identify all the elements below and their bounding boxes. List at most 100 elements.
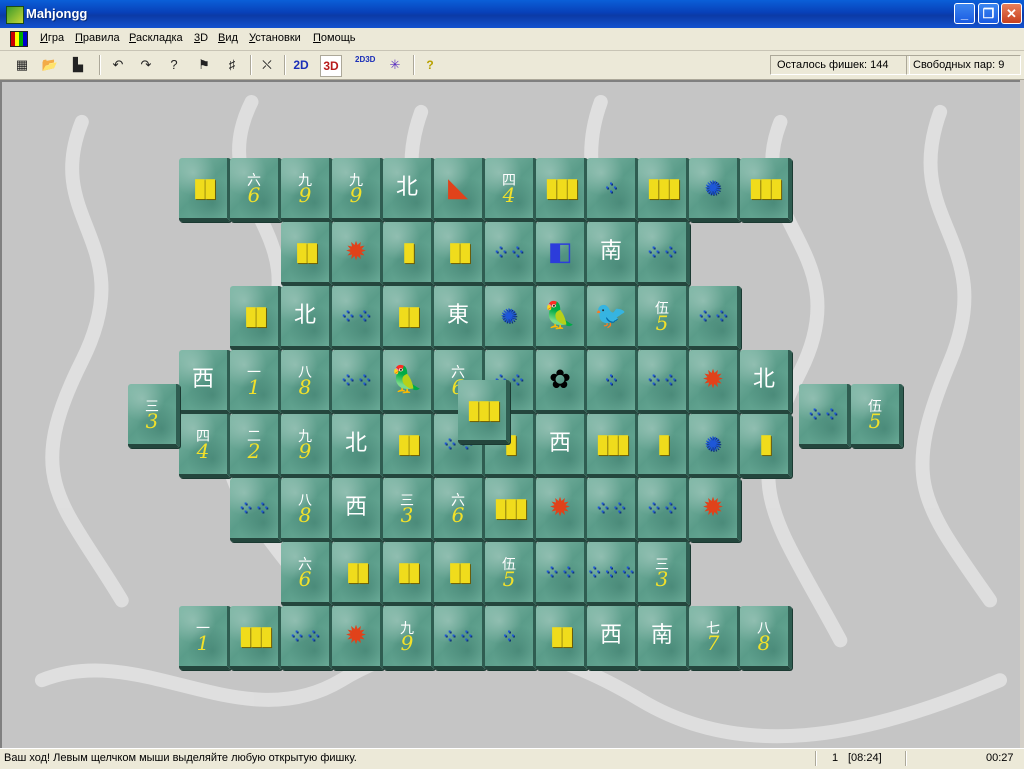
mahjong-tile[interactable]: 🐦 bbox=[587, 286, 639, 350]
mahjong-tile[interactable]: ✺ bbox=[485, 286, 537, 350]
mahjong-tile[interactable]: 四4 bbox=[485, 158, 537, 222]
mahjong-tile[interactable]: 伍5 bbox=[638, 286, 690, 350]
mahjong-tile[interactable]: ▮▮ bbox=[230, 286, 282, 350]
toggle-2d3d-icon[interactable]: 2D3D bbox=[355, 55, 375, 75]
mahjong-tile[interactable]: ✺ bbox=[689, 414, 741, 478]
redo-icon[interactable]: ↷ bbox=[136, 55, 156, 75]
mahjong-tile[interactable]: ⁘⁘ bbox=[638, 350, 690, 414]
sparkle-icon[interactable]: ✳ bbox=[385, 55, 405, 75]
mahjong-tile[interactable]: ▮ bbox=[383, 222, 435, 286]
menu-layout[interactable]: Раскладка bbox=[129, 32, 183, 44]
mahjong-tile[interactable]: ⁘⁘ bbox=[638, 478, 690, 542]
mahjong-tile[interactable]: ⁘⁘ bbox=[485, 222, 537, 286]
hint-icon[interactable]: ? bbox=[164, 55, 184, 75]
mahjong-tile[interactable]: 西 bbox=[332, 478, 384, 542]
mahjong-tile[interactable]: ▮▮▮ bbox=[458, 380, 510, 444]
menu-app-icon[interactable] bbox=[10, 31, 28, 47]
mahjong-tile[interactable]: 四4 bbox=[179, 414, 231, 478]
mahjong-tile[interactable]: 北 bbox=[383, 158, 435, 222]
mahjong-tile[interactable]: ✿ bbox=[536, 350, 588, 414]
mahjong-tile[interactable]: ▮▮ bbox=[179, 158, 231, 222]
mahjong-tile[interactable]: ⁘⁘⁘ bbox=[586, 542, 639, 606]
mahjong-tile[interactable]: ▮▮ bbox=[281, 222, 333, 286]
mahjong-tile[interactable]: 八8 bbox=[281, 478, 333, 542]
mahjong-tile[interactable]: ▮▮▮ bbox=[536, 158, 588, 222]
mahjong-tile[interactable]: ✹ bbox=[689, 478, 741, 542]
mahjong-tile[interactable]: ⁘⁘ bbox=[434, 606, 486, 670]
menu-view[interactable]: Вид bbox=[218, 32, 238, 44]
mahjong-tile[interactable]: 八8 bbox=[281, 350, 333, 414]
menu-settings[interactable]: Установки bbox=[249, 32, 301, 44]
mahjong-tile[interactable]: 一1 bbox=[179, 606, 231, 670]
mahjong-tile[interactable]: 伍5 bbox=[851, 384, 903, 448]
mahjong-tile[interactable]: ▮▮ bbox=[434, 222, 486, 286]
mahjong-tile[interactable]: ⁘⁘ bbox=[281, 606, 333, 670]
open-game-icon[interactable]: 📂 bbox=[40, 55, 60, 75]
maximize-button[interactable]: ❐ bbox=[978, 3, 999, 24]
mahjong-tile[interactable]: ▮▮▮ bbox=[587, 414, 639, 478]
mahjong-tile[interactable]: ⁘ bbox=[587, 158, 639, 222]
mahjong-tile[interactable]: 九9 bbox=[281, 158, 333, 222]
mahjong-tile[interactable]: ▮▮▮ bbox=[230, 606, 282, 670]
mahjong-tile[interactable]: 一1 bbox=[230, 350, 282, 414]
mahjong-tile[interactable]: ⁘⁘ bbox=[536, 542, 588, 606]
mahjong-tile[interactable]: ⁘⁘ bbox=[332, 286, 384, 350]
mahjong-tile[interactable]: 伍5 bbox=[485, 542, 537, 606]
mahjong-tile[interactable]: ◣ bbox=[434, 158, 486, 222]
menu-help[interactable]: Помощь bbox=[313, 32, 356, 44]
auto-play-icon[interactable]: ⚑ bbox=[194, 55, 214, 75]
mahjong-tile[interactable]: ⁘⁘ bbox=[799, 384, 851, 448]
mahjong-tile[interactable]: 北 bbox=[740, 350, 792, 414]
minimize-button[interactable]: _ bbox=[954, 3, 975, 24]
mahjong-tile[interactable]: ⁘ bbox=[485, 606, 537, 670]
mahjong-tile[interactable]: ▮▮▮ bbox=[485, 478, 537, 542]
mahjong-tile[interactable]: ⁘⁘ bbox=[689, 286, 741, 350]
mahjong-tile[interactable]: 三3 bbox=[128, 384, 180, 448]
mahjong-tile[interactable]: ▮▮ bbox=[383, 414, 435, 478]
help-icon[interactable]: ? bbox=[420, 55, 440, 75]
mahjong-tile[interactable]: 九9 bbox=[332, 158, 384, 222]
mahjong-tile[interactable]: ▮ bbox=[638, 414, 690, 478]
mahjong-tile[interactable]: 西 bbox=[536, 414, 588, 478]
mahjong-tile[interactable]: ◧ bbox=[536, 222, 588, 286]
mahjong-tile[interactable]: ▮▮▮ bbox=[740, 158, 792, 222]
mahjong-tile[interactable]: ✹ bbox=[332, 222, 384, 286]
menu-3d[interactable]: 3D bbox=[194, 32, 208, 44]
mahjong-tile[interactable]: 南 bbox=[587, 222, 639, 286]
mahjong-tile[interactable]: 東 bbox=[434, 286, 486, 350]
mahjong-tile[interactable]: 九9 bbox=[383, 606, 435, 670]
mahjong-tile[interactable]: ▮▮ bbox=[434, 542, 486, 606]
mahjong-tile[interactable]: ▮ bbox=[740, 414, 792, 478]
mahjong-tile[interactable]: 六6 bbox=[434, 478, 486, 542]
mahjong-tile[interactable]: ▮▮ bbox=[383, 286, 435, 350]
close-button[interactable]: ✕ bbox=[1001, 3, 1022, 24]
scores-icon[interactable]: ▙ bbox=[68, 55, 88, 75]
mahjong-tile[interactable]: ✹ bbox=[332, 606, 384, 670]
mahjong-tile[interactable]: ⁘⁘ bbox=[638, 222, 690, 286]
mahjong-tile[interactable]: 三3 bbox=[383, 478, 435, 542]
mahjong-tile[interactable]: ✹ bbox=[536, 478, 588, 542]
mahjong-tile[interactable]: ⁘ bbox=[587, 350, 639, 414]
menu-game[interactable]: Игра bbox=[40, 32, 64, 44]
mahjong-tile[interactable]: ✹ bbox=[689, 350, 741, 414]
undo-icon[interactable]: ↶ bbox=[108, 55, 128, 75]
mahjong-tile[interactable]: 🦜 bbox=[383, 350, 435, 414]
mahjong-tile[interactable]: ⁘⁘ bbox=[332, 350, 384, 414]
mahjong-tile[interactable]: 西 bbox=[179, 350, 231, 414]
mahjong-tile[interactable]: 北 bbox=[332, 414, 384, 478]
mahjong-tile[interactable]: ▮▮ bbox=[383, 542, 435, 606]
view-3d-button[interactable]: 3D bbox=[320, 55, 342, 77]
mahjong-tile[interactable]: 八8 bbox=[740, 606, 792, 670]
mahjong-tile[interactable]: 西 bbox=[587, 606, 639, 670]
mahjong-tile[interactable]: ▮▮▮ bbox=[638, 158, 690, 222]
exit-icon[interactable]: ⛌ bbox=[257, 55, 277, 75]
mahjong-tile[interactable]: 二2 bbox=[230, 414, 282, 478]
mahjong-tile[interactable]: ✺ bbox=[689, 158, 741, 222]
mahjong-tile[interactable]: 六6 bbox=[281, 542, 333, 606]
mahjong-tile[interactable]: 🦜 bbox=[536, 286, 588, 350]
mahjong-tile[interactable]: ▮▮ bbox=[332, 542, 384, 606]
mahjong-tile[interactable]: ⁘⁘ bbox=[230, 478, 282, 542]
mahjong-tile[interactable]: 七7 bbox=[689, 606, 741, 670]
view-2d-button[interactable]: 2D bbox=[291, 55, 311, 75]
menu-rules[interactable]: Правила bbox=[75, 32, 120, 44]
